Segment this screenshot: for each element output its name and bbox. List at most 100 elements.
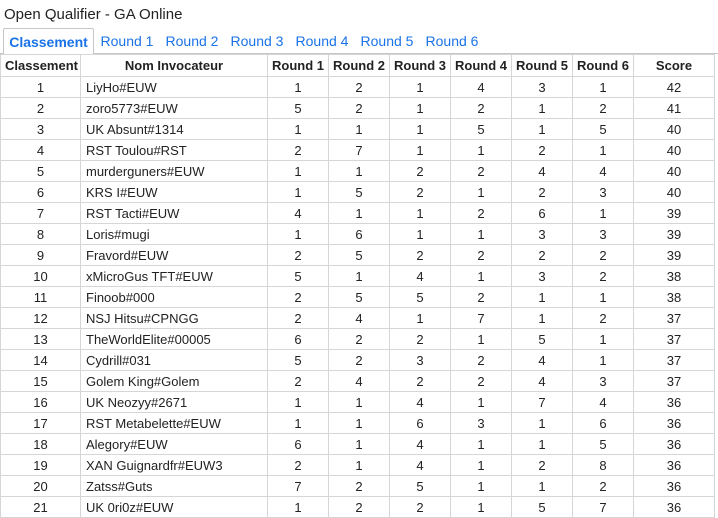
round-2-cell[interactable]: 1 xyxy=(328,391,390,413)
round-2-cell[interactable]: 1 xyxy=(328,265,390,287)
tab-round-4[interactable]: Round 4 xyxy=(291,28,353,54)
round-2-cell[interactable]: 2 xyxy=(328,97,390,119)
summoner-name-cell[interactable]: Alegory#EUW xyxy=(80,433,268,455)
round-3-cell[interactable]: 5 xyxy=(389,286,451,308)
round-3-cell[interactable]: 2 xyxy=(389,181,451,203)
rank-cell[interactable]: 8 xyxy=(0,223,81,245)
round-3-cell[interactable]: 2 xyxy=(389,244,451,266)
round-6-cell[interactable]: 1 xyxy=(572,328,634,350)
round-4-cell[interactable]: 2 xyxy=(450,202,512,224)
round-5-cell[interactable]: 1 xyxy=(511,118,573,140)
round-1-cell[interactable]: 1 xyxy=(267,412,329,434)
round-5-cell[interactable]: 4 xyxy=(511,349,573,371)
round-3-cell[interactable]: 4 xyxy=(389,391,451,413)
score-cell[interactable]: 36 xyxy=(633,475,715,497)
round-1-cell[interactable]: 1 xyxy=(267,118,329,140)
summoner-name-cell[interactable]: Zatss#Guts xyxy=(80,475,268,497)
tab-round-2[interactable]: Round 2 xyxy=(161,28,223,54)
rank-cell[interactable]: 20 xyxy=(0,475,81,497)
round-5-cell[interactable]: 5 xyxy=(511,328,573,350)
round-1-cell[interactable]: 2 xyxy=(267,286,329,308)
round-2-cell[interactable]: 1 xyxy=(328,433,390,455)
table-row[interactable]: 17 RST Metabelette#EUW 1 1 6 3 1 6 36 xyxy=(0,412,715,434)
round-5-cell[interactable]: 1 xyxy=(511,433,573,455)
round-6-cell[interactable]: 1 xyxy=(572,139,634,161)
rank-cell[interactable]: 9 xyxy=(0,244,81,266)
round-2-cell[interactable]: 1 xyxy=(328,118,390,140)
round-1-cell[interactable]: 1 xyxy=(267,223,329,245)
summoner-name-cell[interactable]: NSJ Hitsu#CPNGG xyxy=(80,307,268,329)
summoner-name-cell[interactable]: UK 0ri0z#EUW xyxy=(80,496,268,518)
round-4-cell[interactable]: 1 xyxy=(450,475,512,497)
rank-cell[interactable]: 12 xyxy=(0,307,81,329)
round-2-cell[interactable]: 2 xyxy=(328,349,390,371)
score-cell[interactable]: 39 xyxy=(633,223,715,245)
tab-round-3[interactable]: Round 3 xyxy=(226,28,288,54)
round-2-cell[interactable]: 2 xyxy=(328,496,390,518)
round-6-cell[interactable]: 5 xyxy=(572,118,634,140)
table-row[interactable]: 14 Cydrill#031 5 2 3 2 4 1 37 xyxy=(0,349,715,371)
round-4-cell[interactable]: 1 xyxy=(450,454,512,476)
round-4-cell[interactable]: 1 xyxy=(450,328,512,350)
round-3-cell[interactable]: 2 xyxy=(389,160,451,182)
round-2-cell[interactable]: 7 xyxy=(328,139,390,161)
round-1-cell[interactable]: 5 xyxy=(267,97,329,119)
table-row[interactable]: 5 murderguners#EUW 1 1 2 2 4 4 40 xyxy=(0,160,715,182)
column-header-round-6[interactable]: Round 6 xyxy=(572,54,634,77)
round-4-cell[interactable]: 4 xyxy=(450,76,512,98)
tab-round-5[interactable]: Round 5 xyxy=(356,28,418,54)
round-6-cell[interactable]: 7 xyxy=(572,496,634,518)
round-4-cell[interactable]: 2 xyxy=(450,244,512,266)
score-cell[interactable]: 40 xyxy=(633,160,715,182)
round-1-cell[interactable]: 1 xyxy=(267,391,329,413)
round-4-cell[interactable]: 7 xyxy=(450,307,512,329)
table-row[interactable]: 20 Zatss#Guts 7 2 5 1 1 2 36 xyxy=(0,475,715,497)
round-2-cell[interactable]: 1 xyxy=(328,454,390,476)
round-3-cell[interactable]: 3 xyxy=(389,349,451,371)
round-5-cell[interactable]: 3 xyxy=(511,265,573,287)
column-header-round-4[interactable]: Round 4 xyxy=(450,54,512,77)
round-5-cell[interactable]: 3 xyxy=(511,76,573,98)
score-cell[interactable]: 36 xyxy=(633,391,715,413)
column-header-round-5[interactable]: Round 5 xyxy=(511,54,573,77)
table-row[interactable]: 18 Alegory#EUW 6 1 4 1 1 5 36 xyxy=(0,433,715,455)
round-3-cell[interactable]: 4 xyxy=(389,433,451,455)
round-4-cell[interactable]: 2 xyxy=(450,370,512,392)
score-cell[interactable]: 41 xyxy=(633,97,715,119)
round-6-cell[interactable]: 2 xyxy=(572,265,634,287)
round-4-cell[interactable]: 3 xyxy=(450,412,512,434)
round-5-cell[interactable]: 1 xyxy=(511,412,573,434)
round-6-cell[interactable]: 4 xyxy=(572,391,634,413)
round-1-cell[interactable]: 6 xyxy=(267,433,329,455)
tab-round-1[interactable]: Round 1 xyxy=(96,28,158,54)
round-5-cell[interactable]: 5 xyxy=(511,496,573,518)
score-cell[interactable]: 36 xyxy=(633,496,715,518)
table-row[interactable]: 12 NSJ Hitsu#CPNGG 2 4 1 7 1 2 37 xyxy=(0,307,715,329)
round-1-cell[interactable]: 5 xyxy=(267,349,329,371)
round-4-cell[interactable]: 1 xyxy=(450,223,512,245)
round-5-cell[interactable]: 2 xyxy=(511,139,573,161)
round-4-cell[interactable]: 2 xyxy=(450,286,512,308)
summoner-name-cell[interactable]: Cydrill#031 xyxy=(80,349,268,371)
table-row[interactable]: 8 Loris#mugi 1 6 1 1 3 3 39 xyxy=(0,223,715,245)
round-6-cell[interactable]: 8 xyxy=(572,454,634,476)
round-4-cell[interactable]: 5 xyxy=(450,118,512,140)
round-1-cell[interactable]: 2 xyxy=(267,307,329,329)
rank-cell[interactable]: 13 xyxy=(0,328,81,350)
rank-cell[interactable]: 6 xyxy=(0,181,81,203)
rank-cell[interactable]: 16 xyxy=(0,391,81,413)
round-5-cell[interactable]: 6 xyxy=(511,202,573,224)
round-6-cell[interactable]: 2 xyxy=(572,307,634,329)
round-3-cell[interactable]: 4 xyxy=(389,454,451,476)
round-5-cell[interactable]: 2 xyxy=(511,454,573,476)
round-6-cell[interactable]: 1 xyxy=(572,349,634,371)
rank-cell[interactable]: 17 xyxy=(0,412,81,434)
round-3-cell[interactable]: 1 xyxy=(389,118,451,140)
round-5-cell[interactable]: 2 xyxy=(511,244,573,266)
score-cell[interactable]: 36 xyxy=(633,433,715,455)
round-5-cell[interactable]: 1 xyxy=(511,286,573,308)
summoner-name-cell[interactable]: KRS I#EUW xyxy=(80,181,268,203)
round-5-cell[interactable]: 1 xyxy=(511,307,573,329)
round-4-cell[interactable]: 1 xyxy=(450,433,512,455)
round-1-cell[interactable]: 7 xyxy=(267,475,329,497)
